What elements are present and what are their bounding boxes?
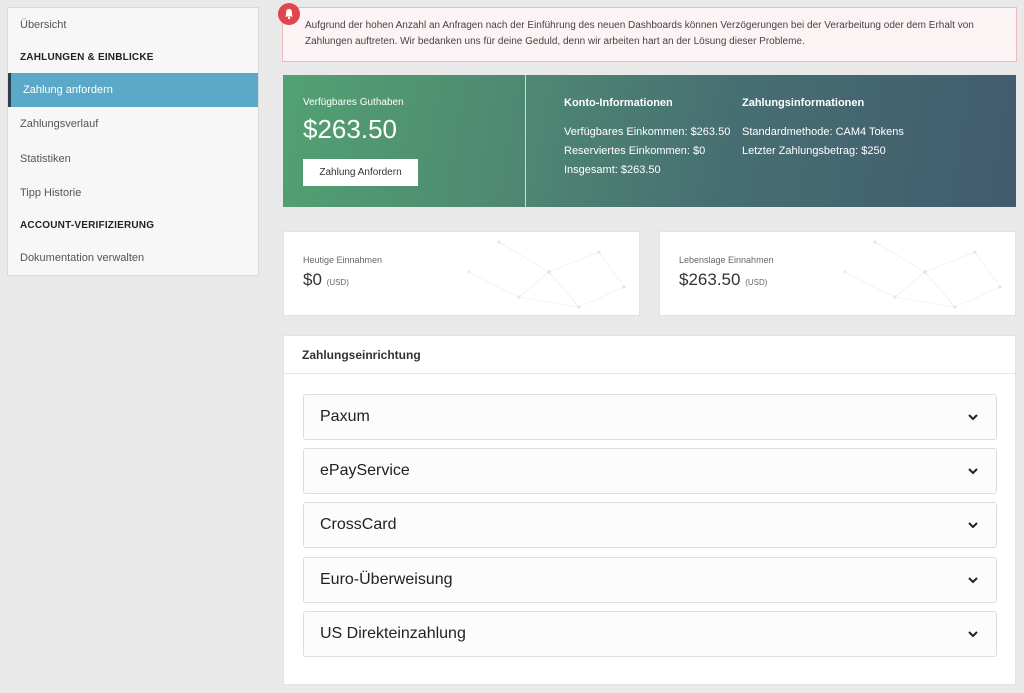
payment-method-label: US Direkteinzahlung: [320, 625, 466, 642]
sidebar-item-uebersicht[interactable]: Übersicht: [8, 8, 258, 43]
lifetime-earnings-unit: (USD): [745, 278, 768, 287]
payment-method-paxum[interactable]: Paxum: [303, 394, 997, 440]
today-earnings-value-row: $0 (USD): [303, 270, 620, 290]
available-balance-value: $263.50: [303, 114, 397, 144]
account-info-line: Reserviertes Einkommen: $0: [564, 145, 706, 157]
payment-method-epayservice[interactable]: ePayService: [303, 448, 997, 494]
alert-text: Aufgrund der hohen Anzahl an Anfragen na…: [305, 20, 974, 47]
bell-icon: [278, 3, 300, 25]
chevron-down-icon: [968, 631, 978, 638]
chevron-down-icon: [968, 522, 978, 529]
account-info-line: Verfügbares Einkommen: $263.50: [564, 126, 731, 138]
payment-info-line: Letzter Zahlungsbetrag: $250: [742, 145, 886, 157]
today-earnings-unit: (USD): [326, 278, 349, 287]
payment-method-us-direkteinzahlung[interactable]: US Direkteinzahlung: [303, 611, 997, 657]
payment-info-panel: Zahlungsinformationen Standardmethode: C…: [742, 75, 958, 207]
chevron-down-icon: [968, 468, 978, 475]
lifetime-earnings-value-row: $263.50 (USD): [679, 270, 996, 290]
payment-method-label: Paxum: [320, 408, 370, 425]
balance-banner: Verfügbares Guthaben $263.50 Zahlung Anf…: [283, 75, 1016, 207]
payment-info-title: Zahlungsinformationen: [742, 97, 865, 109]
today-earnings-label: Heutige Einnahmen: [303, 255, 383, 265]
available-balance-panel: Verfügbares Guthaben $263.50 Zahlung Anf…: [283, 75, 526, 207]
payment-method-label: CrossCard: [320, 516, 397, 533]
chevron-down-icon: [968, 577, 978, 584]
account-info-panel: Konto-Informationen Verfügbares Einkomme…: [526, 75, 742, 207]
payment-setup-title: Zahlungseinrichtung: [284, 336, 1015, 374]
sidebar-heading-account: ACCOUNT-VERIFIZIERUNG: [20, 220, 155, 231]
payment-method-label: Euro-Überweisung: [320, 571, 453, 588]
payment-method-label: ePayService: [320, 462, 410, 479]
lifetime-earnings-card: Lebenslage Einnahmen $263.50 (USD): [659, 231, 1016, 316]
account-info-title: Konto-Informationen: [564, 97, 673, 109]
payment-info-line: Standardmethode: CAM4 Tokens: [742, 126, 904, 138]
sidebar-item-tipp-historie[interactable]: Tipp Historie: [8, 176, 258, 211]
lifetime-earnings-label: Lebenslage Einnahmen: [679, 255, 774, 265]
today-earnings-value: $0: [303, 270, 322, 289]
payment-method-crosscard[interactable]: CrossCard: [303, 502, 997, 548]
available-balance-label: Verfügbares Guthaben: [303, 97, 404, 108]
sidebar: Übersicht ZAHLUNGEN & EINBLICKE Zahlung …: [7, 7, 259, 276]
payment-setup-panel: Zahlungseinrichtung Paxum ePayService Cr…: [283, 335, 1016, 685]
request-payment-button[interactable]: Zahlung Anfordern: [303, 159, 418, 186]
sidebar-heading-zahlungen: ZAHLUNGEN & EINBLICKE: [20, 52, 154, 63]
account-info-line: Insgesamt: $263.50: [564, 164, 661, 176]
chevron-down-icon: [968, 414, 978, 421]
delay-alert: Aufgrund der hohen Anzahl an Anfragen na…: [282, 7, 1017, 62]
sidebar-item-dokumentation[interactable]: Dokumentation verwalten: [8, 241, 258, 276]
lifetime-earnings-value: $263.50: [679, 270, 741, 289]
sidebar-item-statistiken[interactable]: Statistiken: [8, 142, 258, 177]
payment-method-euro-ueberweisung[interactable]: Euro-Überweisung: [303, 557, 997, 603]
today-earnings-card: Heutige Einnahmen $0 (USD): [283, 231, 640, 316]
sidebar-item-zahlungsverlauf[interactable]: Zahlungsverlauf: [8, 107, 258, 142]
sidebar-item-zahlung-anfordern[interactable]: Zahlung anfordern: [8, 72, 258, 107]
